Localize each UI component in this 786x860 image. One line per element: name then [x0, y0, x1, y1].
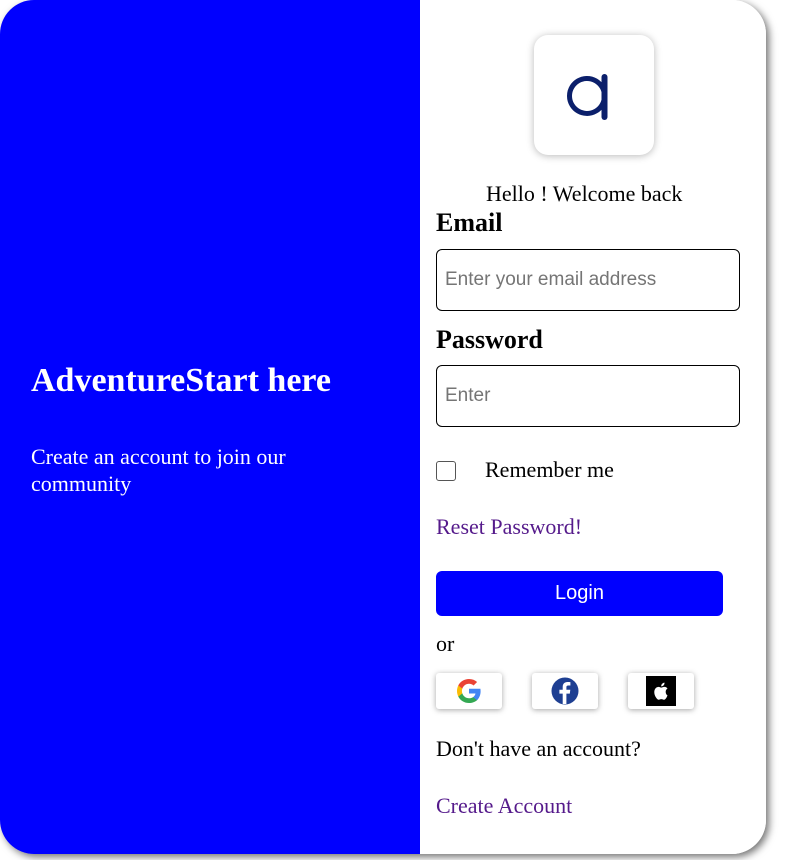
welcome-message: Hello ! Welcome back [486, 181, 683, 206]
brand-a-logo-icon [567, 74, 608, 120]
facebook-login-button[interactable] [532, 673, 598, 709]
remember-me-checkbox[interactable] [436, 461, 456, 481]
hero-subtitle: Create an account to join our community [31, 444, 286, 496]
hero-panel: AdventureStart here Create an account to… [0, 0, 420, 854]
app-logo [534, 35, 654, 155]
reset-password-link[interactable]: Reset Password! [436, 514, 582, 540]
email-field[interactable] [436, 249, 740, 311]
apple-icon [646, 676, 676, 706]
password-field[interactable] [436, 365, 740, 427]
apple-login-button[interactable] [628, 673, 694, 709]
password-label: Password [436, 325, 543, 354]
remember-me-label: Remember me [485, 457, 614, 482]
facebook-icon [551, 677, 579, 705]
google-icon [457, 679, 481, 703]
login-button[interactable]: Login [436, 571, 723, 616]
login-card: AdventureStart here Create an account to… [0, 0, 766, 854]
or-divider-text: or [436, 631, 455, 656]
signup-prompt: Don't have an account? [436, 736, 641, 761]
hero-title: AdventureStart here [31, 362, 331, 399]
login-panel: Hello ! Welcome back Email Password Reme… [420, 0, 766, 854]
google-login-button[interactable] [436, 673, 502, 709]
email-label: Email [436, 208, 503, 237]
create-account-link[interactable]: Create Account [436, 793, 572, 819]
